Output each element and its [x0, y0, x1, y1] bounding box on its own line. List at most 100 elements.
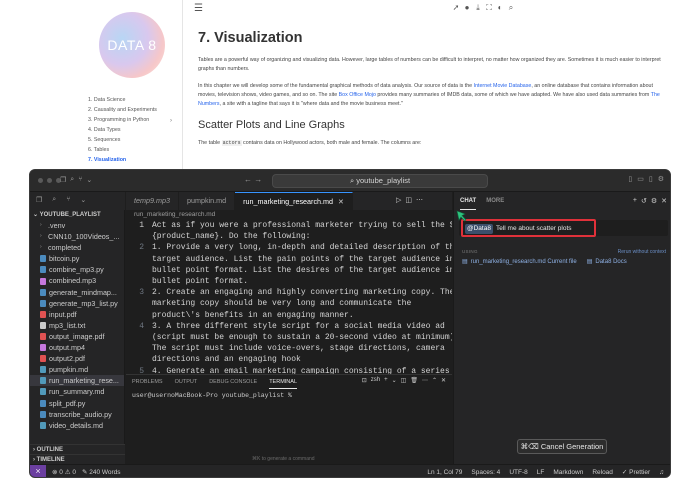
close-window-button[interactable]	[38, 178, 43, 183]
status-item[interactable]: Spaces: 4	[471, 469, 500, 476]
panel-tab[interactable]: PROBLEMS	[132, 375, 163, 389]
explorer-item[interactable]: combined.mp3	[30, 275, 124, 286]
status-item[interactable]: Ln 1, Col 79	[427, 469, 462, 476]
search-icon[interactable]: ⌕	[507, 3, 515, 13]
imdb-link[interactable]: Internet Movie Database	[474, 83, 532, 89]
toc-item[interactable]: 6. Tables	[88, 145, 157, 155]
github-icon[interactable]: ●	[463, 3, 471, 13]
chat-tab[interactable]: MORE	[486, 192, 504, 210]
download-icon[interactable]: ⤓	[474, 3, 482, 13]
chevron-down-icon[interactable]: ⌄	[86, 176, 92, 184]
cancel-generation-button[interactable]: ⌘⌫ Cancel Generation	[517, 439, 607, 454]
explorer-root-folder[interactable]: ⌄ YOUTUBE_PLAYLIST	[30, 210, 124, 220]
maximize-panel-icon[interactable]: ⌃	[432, 377, 437, 384]
files-icon[interactable]: ❐	[36, 196, 42, 206]
editor-tab[interactable]: run_marketing_research.md ✕	[235, 192, 354, 210]
settings-gear-icon[interactable]: ⚙	[651, 197, 657, 205]
context-docs[interactable]: ▤ Data8 Docs	[587, 258, 627, 266]
toc-item[interactable]: 1. Data Science	[88, 95, 157, 105]
notifications-bell-icon[interactable]: ♫	[659, 469, 664, 476]
explorer-item[interactable]: › completed	[30, 242, 124, 253]
explorer-item[interactable]: mp3_list.txt	[30, 320, 124, 331]
explorer-item[interactable]: pumpkin.md	[30, 364, 124, 375]
data8-logo[interactable]: DATA 8	[99, 12, 165, 78]
panel-tab[interactable]: OUTPUT	[175, 375, 198, 389]
explorer-item[interactable]: output.mp4	[30, 342, 124, 353]
toggle-aux-bar-icon[interactable]: ▯	[649, 175, 653, 183]
explorer-item[interactable]: output2.pdf	[30, 353, 124, 364]
status-item[interactable]: UTF-8	[509, 469, 527, 476]
new-terminal-icon[interactable]: +	[384, 377, 388, 384]
remote-icon[interactable]: ⨯	[30, 465, 46, 477]
explorer-item[interactable]: run_marketing_rese...	[30, 375, 124, 387]
status-item[interactable]: ✓ Prettier	[622, 468, 650, 476]
run-icon[interactable]: ▷	[396, 196, 401, 204]
explorer-item[interactable]: generate_mindmap...	[30, 287, 124, 298]
new-chat-icon[interactable]: +	[633, 197, 637, 205]
close-icon[interactable]: ✕	[338, 197, 344, 206]
close-icon[interactable]: ✕	[441, 377, 446, 384]
explorer-item[interactable]: › .venv	[30, 220, 124, 231]
context-current-file[interactable]: ▤ run_marketing_research.md Current file	[462, 258, 577, 266]
trash-icon[interactable]: 🗑	[410, 377, 418, 384]
back-icon[interactable]: ←	[244, 175, 252, 184]
terminal-shell-label[interactable]: zsh	[371, 377, 380, 384]
problems-status[interactable]: ⊗ 0 ⚠ 0	[52, 468, 76, 476]
toc-item[interactable]: 4. Data Types	[88, 125, 157, 135]
status-item[interactable]: LF	[537, 469, 545, 476]
status-item[interactable]: Reload	[592, 469, 613, 476]
editor-tab[interactable]: temp9.mp3	[126, 192, 179, 210]
minimize-window-button[interactable]	[47, 178, 52, 183]
history-icon[interactable]: ↺	[641, 197, 647, 205]
rocket-icon[interactable]: ➚	[452, 3, 460, 13]
files-icon[interactable]: ❐	[60, 176, 66, 184]
chevron-down-icon[interactable]: ⌄	[392, 377, 397, 384]
breadcrumb[interactable]: run_marketing_research.md	[126, 210, 215, 220]
source-control-icon[interactable]: ⑂	[78, 176, 82, 184]
command-center-search[interactable]: ⌕ youtube_playlist	[272, 174, 488, 188]
explorer-item[interactable]: video_details.md	[30, 420, 124, 431]
source-control-icon[interactable]: ⑂	[66, 196, 70, 206]
split-terminal-icon[interactable]: ◫	[401, 377, 407, 384]
settings-gear-icon[interactable]: ⚙	[658, 175, 664, 183]
close-icon[interactable]: ✕	[661, 197, 667, 205]
menu-icon[interactable]: ☰	[194, 3, 203, 14]
editor-tab[interactable]: pumpkin.md	[179, 192, 236, 210]
timeline-section[interactable]: › TIMELINE	[30, 454, 125, 464]
toggle-sidebar-icon[interactable]: ▯	[628, 175, 632, 183]
explorer-item[interactable]: combine_mp3.py	[30, 264, 124, 275]
explorer-item[interactable]: transcribe_audio.py	[30, 409, 124, 420]
terminal-icon[interactable]: ⊡	[362, 377, 367, 384]
explorer-item[interactable]: input.pdf	[30, 309, 124, 320]
status-item[interactable]: Markdown	[553, 469, 583, 476]
search-icon[interactable]: ⌕	[70, 176, 74, 184]
explorer-item[interactable]: generate_mp3_list.py	[30, 298, 124, 309]
explorer-item[interactable]: run_summary.md	[30, 386, 124, 397]
toc-item[interactable]: 5. Sequences	[88, 135, 157, 145]
explorer-item[interactable]: bitcoin.py	[30, 253, 124, 264]
explorer-item[interactable]: › CNN10_100Videos_...	[30, 231, 124, 242]
panel-tab[interactable]: TERMINAL	[269, 375, 297, 389]
search-icon[interactable]: ⌕	[52, 196, 56, 206]
toggle-panel-icon[interactable]: ▭	[637, 175, 644, 183]
more-actions-icon[interactable]: ⋯	[422, 377, 428, 384]
outline-section[interactable]: › OUTLINE	[30, 444, 125, 454]
rerun-without-context-link[interactable]: Rerun without context	[618, 249, 666, 255]
forward-icon[interactable]: →	[254, 175, 262, 184]
word-count[interactable]: ✎ 240 Words	[82, 468, 121, 476]
chevron-right-icon[interactable]: ›	[170, 118, 172, 124]
split-editor-icon[interactable]: ◫	[405, 196, 412, 204]
terminal-prompt[interactable]: user@usernoMacBook-Pro youtube_playlist …	[126, 389, 452, 402]
more-actions-icon[interactable]: ⋯	[416, 196, 423, 204]
theme-toggle-icon[interactable]: ◐	[496, 3, 504, 13]
explorer-item[interactable]: output_image.pdf	[30, 331, 124, 342]
chat-tab[interactable]: CHAT	[460, 192, 477, 210]
chevron-down-icon[interactable]: ⌄	[80, 196, 86, 206]
box-office-mojo-link[interactable]: Box Office Mojo	[339, 92, 376, 98]
panel-tab[interactable]: DEBUG CONSOLE	[209, 375, 257, 389]
docs-mention-chip[interactable]: @Data8	[465, 224, 493, 234]
toc-item[interactable]: 2. Causality and Experiments	[88, 105, 157, 115]
toc-item[interactable]: 7. Visualization	[88, 155, 157, 165]
fullscreen-icon[interactable]: ⛶	[485, 3, 493, 13]
code-editor[interactable]: 1 Act as if you were a professional marke…	[126, 220, 452, 374]
